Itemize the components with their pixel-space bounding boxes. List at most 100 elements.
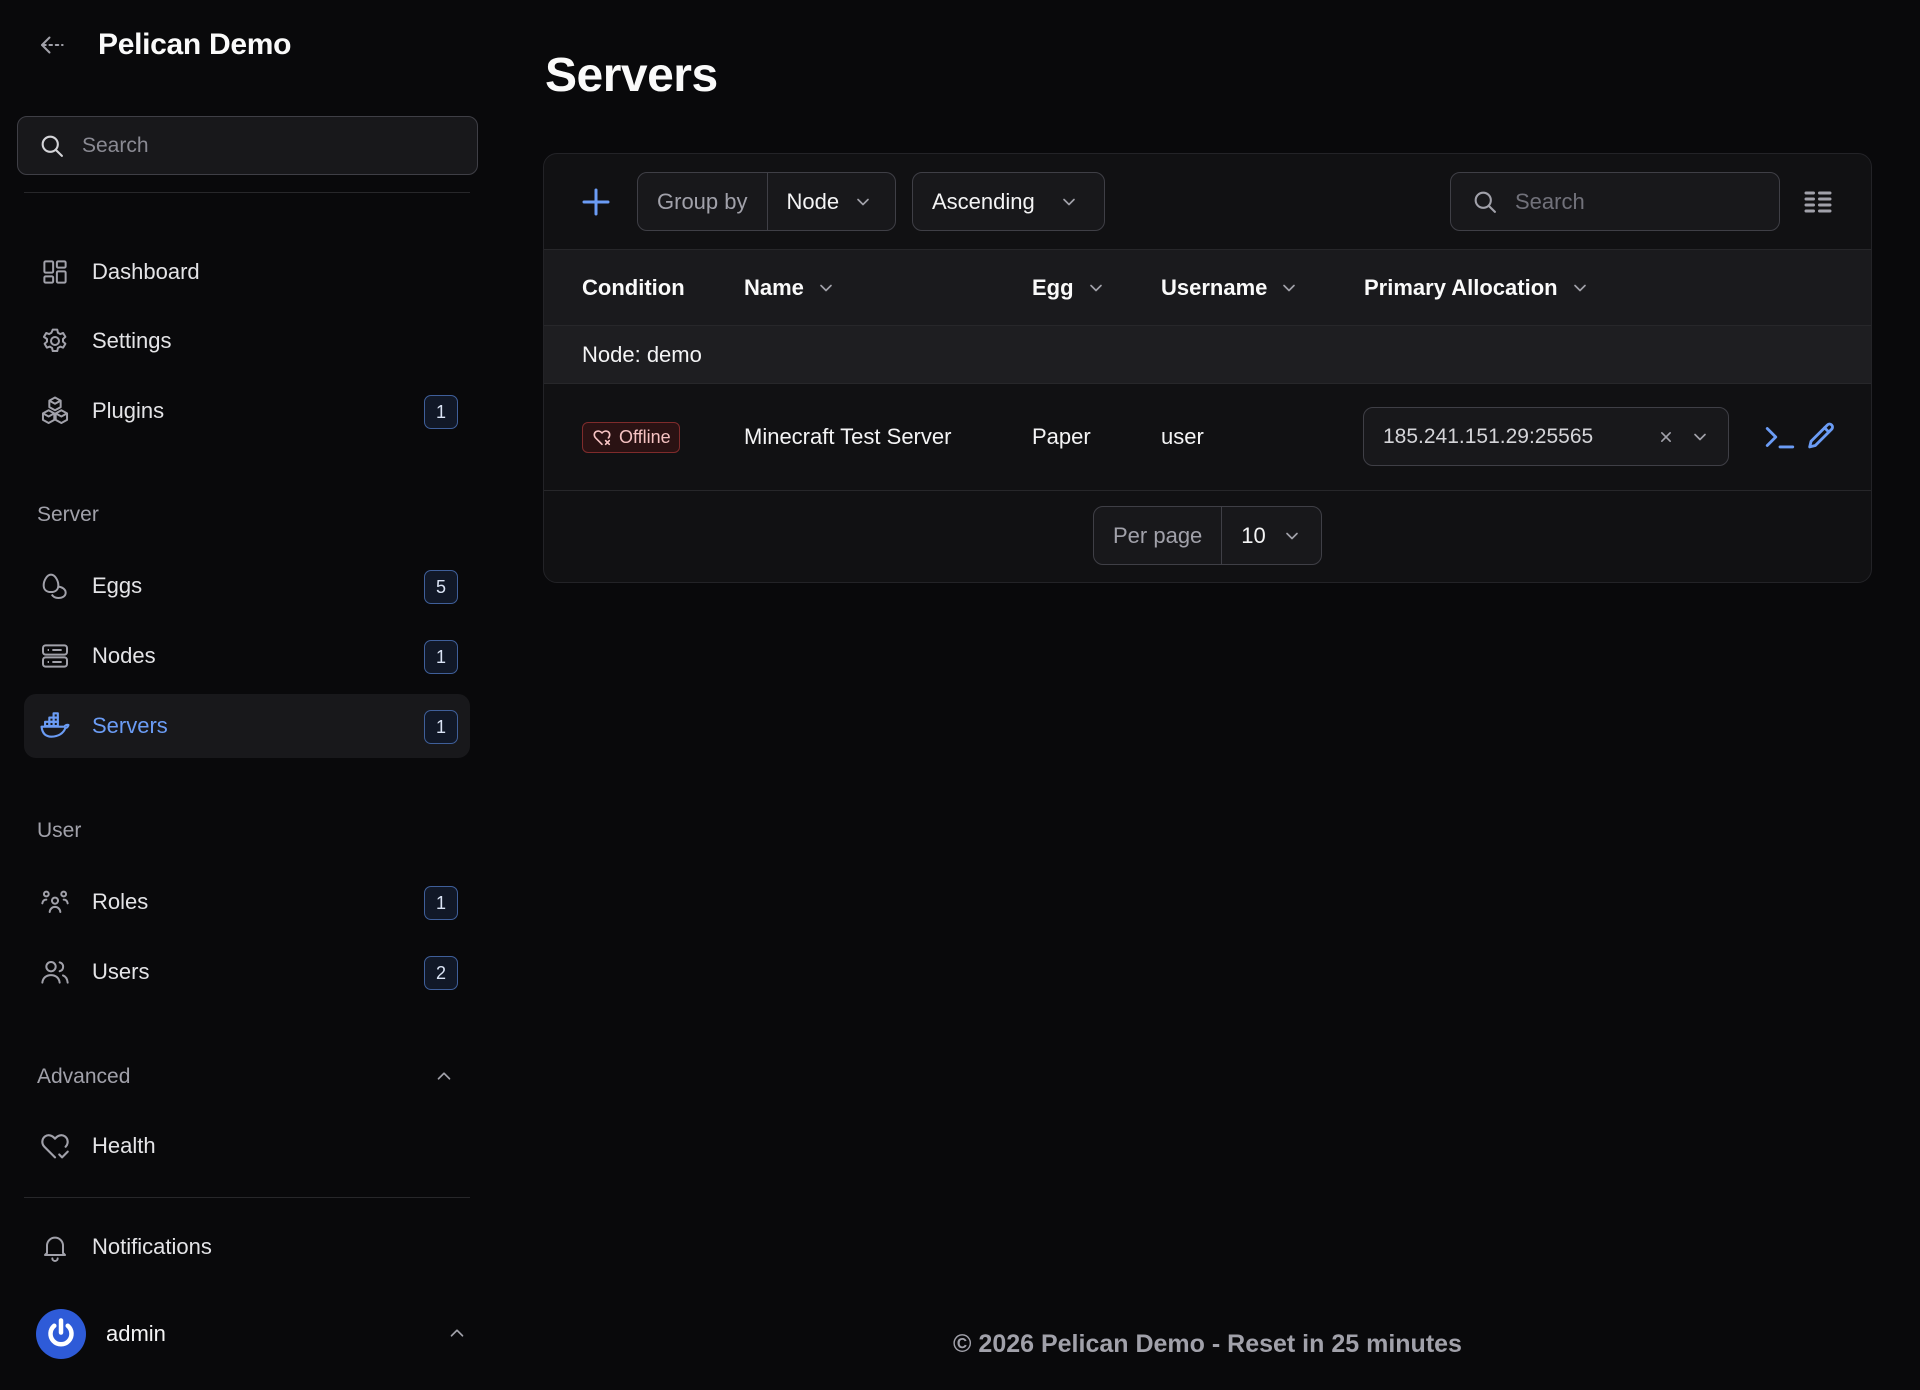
sidebar-item-dashboard[interactable]: Dashboard [24,240,470,304]
column-header-egg[interactable]: Egg [1032,250,1106,326]
sidebar-item-label: Users [92,959,150,984]
servers-table-card: Group by Node Ascending Search Condition… [543,153,1872,583]
user-name: admin [106,1321,166,1346]
group-by-value: Node [768,173,893,230]
column-header-label: Name [744,275,804,300]
chevron-down-icon [853,192,873,212]
sidebar-search-placeholder: Search [82,133,149,157]
table-toolbar: Group by Node Ascending Search [544,154,1871,249]
chevron-down-icon [1279,278,1299,298]
chevron-up-icon[interactable] [446,1322,470,1346]
sidebar-item-roles[interactable]: Roles 1 [24,870,470,934]
sort-direction-value: Ascending [913,173,1098,230]
sidebar-item-health[interactable]: Health [24,1114,470,1178]
group-label-server: Server [37,503,99,526]
group-by-select[interactable]: Group by Node [637,172,896,231]
sidebar-item-label: Health [92,1133,156,1158]
divider [24,1197,470,1198]
cubes-icon [38,394,72,428]
count-badge: 5 [424,570,458,604]
heart-check-icon [38,1129,72,1163]
sort-direction-text: Ascending [932,188,1035,214]
allocation-value: 185.241.151.29:25565 [1383,424,1594,448]
back-arrow-icon[interactable] [36,29,68,61]
sidebar: Pelican Demo Search Dashboard Settings P… [0,0,488,1390]
table-search-input[interactable]: Search [1450,172,1780,231]
status-badge: Offline [582,421,680,453]
group-label-user: User [37,819,82,842]
footer-text: © 2026 Pelican Demo - Reset in 25 minute… [953,1330,1462,1358]
sidebar-item-eggs[interactable]: Eggs 5 [24,554,470,618]
sidebar-item-servers[interactable]: Servers 1 [24,694,470,758]
table-header: Condition Name Egg Username Primary Allo… [544,249,1871,326]
chevron-down-icon [1282,526,1302,546]
sidebar-item-nodes[interactable]: Nodes 1 [24,624,470,688]
group-label-advanced[interactable]: Advanced [37,1065,457,1089]
notifications-label: Notifications [92,1234,212,1259]
sidebar-item-label: Roles [92,889,149,914]
chevron-down-icon [816,278,836,298]
column-header-username[interactable]: Username [1161,250,1299,326]
count-badge: 2 [424,956,458,990]
condition-cell: Offline [582,384,680,490]
eggs-icon [38,569,72,603]
add-server-button[interactable] [578,184,614,220]
column-toggle-icon[interactable] [1800,184,1836,220]
status-text: Offline [619,426,671,447]
dashboard-icon [38,255,72,289]
chevron-down-icon [1059,192,1079,212]
heart-x-icon [593,430,611,446]
avatar [36,1309,86,1359]
sidebar-item-settings[interactable]: Settings [24,309,470,373]
column-header-condition: Condition [582,250,685,326]
count-badge: 1 [424,395,458,429]
sort-direction-select[interactable]: Ascending [912,172,1105,231]
search-icon [38,132,66,160]
gear-icon [38,324,72,358]
page-title: Servers [545,49,718,102]
column-header-label: Primary Allocation [1364,275,1558,300]
clear-icon[interactable] [1656,427,1676,447]
group-by-value-text: Node [786,188,840,214]
app-title: Pelican Demo [98,28,292,61]
count-badge: 1 [424,640,458,674]
count-badge: 1 [424,886,458,920]
count-badge: 1 [424,710,458,744]
users-icon [38,955,72,989]
brand: Pelican Demo [36,28,291,62]
chevron-down-icon [1570,278,1590,298]
chevron-down-icon [1086,278,1106,298]
column-header-label: Condition [582,275,685,300]
per-page-value-text: 10 [1241,522,1266,548]
sidebar-item-label: Servers [92,713,168,738]
egg-cell: Paper [1032,424,1091,449]
per-page-select[interactable]: Per page 10 [1093,506,1322,565]
notifications-button[interactable]: Notifications [24,1215,470,1279]
docker-icon [38,709,72,743]
username-cell: user [1161,424,1204,449]
group-by-label: Group by [638,173,768,230]
sidebar-item-plugins[interactable]: Plugins 1 [24,379,470,443]
sidebar-item-label: Settings [92,328,172,353]
server-name-cell[interactable]: Minecraft Test Server [744,384,951,490]
divider [24,192,470,193]
user-menu[interactable]: admin [36,1308,470,1360]
sidebar-item-label: Dashboard [92,259,200,284]
console-icon[interactable] [1763,420,1797,454]
pencil-edit-icon[interactable] [1804,420,1838,454]
bell-icon [38,1230,72,1264]
group-label-text: Advanced [37,1065,131,1088]
table-row[interactable]: Offline Minecraft Test Server Paper user… [544,384,1871,491]
sidebar-item-label: Nodes [92,643,156,668]
server-rack-icon [38,639,72,673]
column-header-name[interactable]: Name [744,250,836,326]
sidebar-item-users[interactable]: Users 2 [24,940,470,1004]
sidebar-search-input[interactable]: Search [17,116,478,175]
per-page-label: Per page [1094,507,1223,564]
chevron-down-icon[interactable] [1690,427,1710,447]
search-icon [1471,188,1499,216]
allocation-select[interactable]: 185.241.151.29:25565 [1363,407,1729,466]
chevron-up-icon[interactable] [433,1065,457,1089]
per-page-value: 10 [1222,507,1320,564]
column-header-primary-allocation[interactable]: Primary Allocation [1364,250,1590,326]
